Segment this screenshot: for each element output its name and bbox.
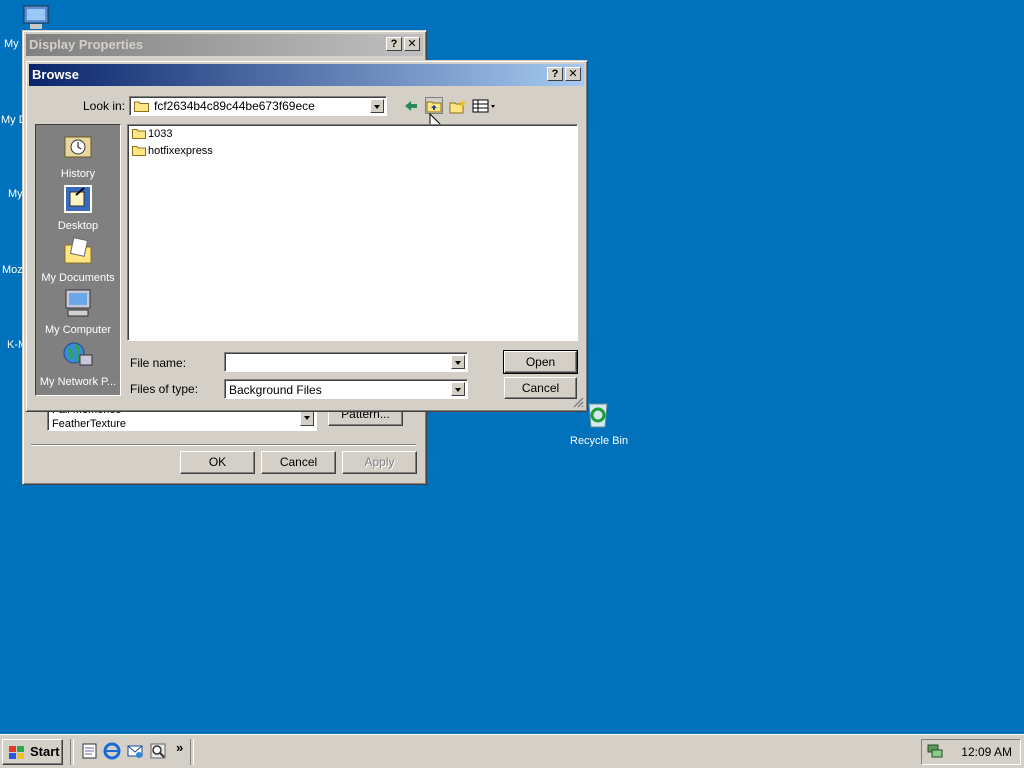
my-documents-icon [64,237,92,264]
back-icon[interactable] [403,99,419,113]
start-label: Start [30,744,60,759]
list-item[interactable]: FeatherTexture [52,418,126,430]
my-computer-icon [65,289,91,317]
taskbar-divider [70,739,74,765]
place-my-documents[interactable]: My Documents [36,235,120,284]
look-in-combo[interactable]: fcf2634b4c89c44be673f69ece [129,96,387,116]
desktop-icon-label[interactable]: Moz [2,264,23,276]
file-name-dropdown-arrow[interactable] [451,355,465,369]
files-of-type-dropdown-arrow[interactable] [451,382,465,396]
start-button[interactable]: Start [2,739,63,765]
history-icon [64,136,92,158]
windows-logo-icon [9,746,24,759]
search-icon[interactable] [149,742,167,760]
up-one-level-icon[interactable] [425,97,443,114]
look-in-label: Look in: [83,99,126,113]
file-name-label: File name: [130,356,187,370]
close-button[interactable]: ✕ [565,67,581,81]
resize-grip-icon[interactable] [572,396,584,408]
outlook-express-icon[interactable] [126,742,144,760]
network-tray-icon[interactable] [927,743,943,759]
list-scroll-arrow[interactable] [300,410,314,426]
divider [31,444,416,446]
open-button[interactable]: Open [503,350,578,374]
files-of-type-value: Background Files [229,383,322,397]
list-item[interactable]: 1033 [132,126,172,142]
desktop-icon-label[interactable]: My [4,38,19,50]
notepad-icon[interactable] [81,742,99,760]
folder-icon [132,146,146,156]
ok-button[interactable]: OK [180,451,255,474]
file-name: 1033 [148,128,173,140]
cancel-button[interactable]: Cancel [504,377,577,399]
display-properties-titlebar[interactable]: Display Properties ? ✕ [26,34,423,56]
place-my-computer[interactable]: My Computer [36,287,120,336]
dialog-title: Browse [32,67,79,82]
folder-icon [132,129,146,139]
recycle-bin-label[interactable]: Recycle Bin [570,435,628,447]
network-globe-icon [63,342,93,366]
system-tray: 12:09 AM [921,739,1021,765]
taskbar-divider [190,739,194,765]
look-in-dropdown-arrow[interactable] [370,99,384,113]
files-of-type-combo[interactable]: Background Files [224,379,468,399]
cancel-button[interactable]: Cancel [261,451,336,474]
place-history[interactable]: History [36,131,120,180]
place-desktop[interactable]: Desktop [36,183,120,232]
clock[interactable]: 12:09 AM [961,745,1012,759]
view-menu-icon[interactable] [472,99,498,113]
file-name-combo[interactable] [224,352,468,372]
files-of-type-label: Files of type: [130,382,199,396]
help-button[interactable]: ? [547,67,563,81]
browse-titlebar[interactable]: Browse ? ✕ [29,64,584,86]
new-folder-icon[interactable] [449,98,467,114]
help-button[interactable]: ? [386,37,402,51]
window-title: Display Properties [29,37,144,52]
look-in-value: fcf2634b4c89c44be673f69ece [154,99,315,113]
places-bar: History Desktop My Documents My Computer… [35,124,121,396]
apply-button[interactable]: Apply [342,451,417,474]
file-name: hotfixexpress [148,145,213,157]
desktop-icon [64,185,92,213]
folder-icon [134,101,149,112]
list-item[interactable]: hotfixexpress [132,143,213,159]
taskbar: Start » 12:09 AM [0,734,1024,768]
place-my-network[interactable]: My Network P... [36,339,120,388]
internet-explorer-icon[interactable] [103,742,121,760]
chevron-right-icon[interactable]: » [176,740,183,755]
desktop-icon-label[interactable]: My [8,188,23,200]
close-button[interactable]: ✕ [404,37,420,51]
